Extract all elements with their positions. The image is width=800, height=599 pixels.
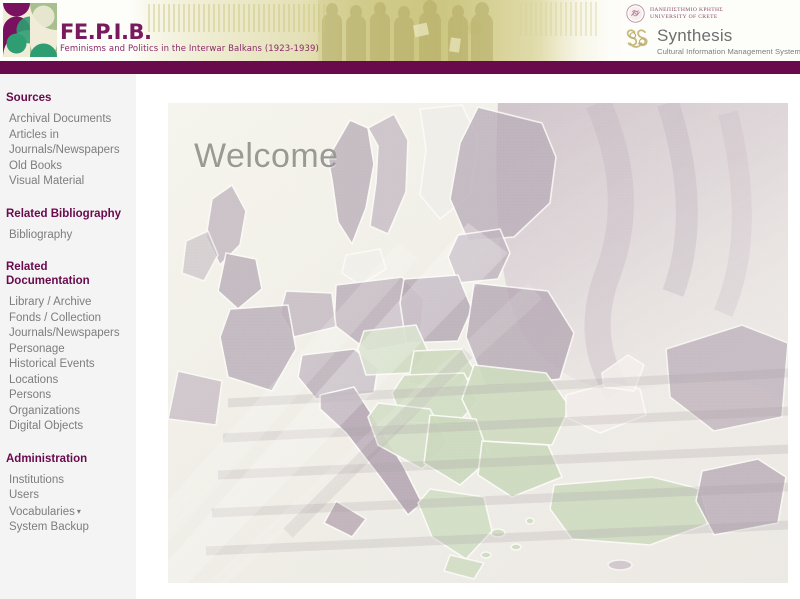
sidebar-link-group: Bibliography (0, 228, 136, 244)
sidebar-item-label: Historical Events (9, 358, 95, 370)
sidebar-item-visual-material[interactable]: Visual Material (0, 174, 136, 190)
sidebar-item-articles-in-journals-newspapers[interactable]: Articles in Journals/Newspapers (0, 128, 136, 159)
sidebar-link-group: Institutions Users Vocabularies ▾ System Bac… (0, 473, 136, 536)
sidebar-section-title-administration: Administration (6, 452, 88, 465)
header-balustrade-texture-right (520, 2, 600, 36)
university-name-english: UNIVERSITY OF CRETE (650, 13, 718, 20)
header-accent-bar (0, 61, 800, 74)
synthesis-logo[interactable]: Synthesis Cultural Information Managemen… (624, 26, 800, 56)
sidebar-item-vocabularies[interactable]: Vocabularies ▾ (0, 504, 136, 521)
sidebar-item-institutions[interactable]: Institutions (0, 473, 136, 489)
sidebar-link-group: Archival Documents Articles in Journals/N… (0, 112, 136, 190)
sidebar-item-library-archive[interactable]: Library / Archive (0, 295, 136, 311)
sidebar-item-old-books[interactable]: Old Books (0, 159, 136, 175)
synthesis-name: Synthesis (657, 26, 733, 45)
synthesis-tagline: Cultural Information Management System (657, 47, 800, 56)
sidebar-item-digital-objects[interactable]: Digital Objects (0, 419, 136, 435)
sidebar-item-label: Institutions (9, 473, 64, 486)
sidebar-item-locations[interactable]: Locations (0, 373, 136, 389)
sidebar-section-title-sources: Sources (6, 92, 52, 104)
sidebar-item-users[interactable]: Users (0, 488, 136, 504)
synthesis-text-block: Synthesis Cultural Information Managemen… (657, 26, 800, 56)
sidebar-item-label: Locations (9, 373, 59, 386)
university-name-block: ΠΑΝΕΠΙΣΤΗΜΙΟ ΚΡΗΤΗΣ UNIVERSITY OF CRETE (650, 7, 723, 21)
sidebar-item-historical-events[interactable]: Historical Events (0, 357, 136, 373)
sidebar-item-label: System Backup (9, 521, 89, 533)
sidebar-item-personage[interactable]: Personage (0, 342, 136, 358)
sidebar-item-label: Personage (9, 342, 65, 355)
sidebar-navigation: Sources Archival Documents Articles in Jou… (0, 74, 136, 599)
fepib-logo-icon (3, 3, 57, 57)
sidebar-item-label: Fonds / Collection (9, 311, 102, 324)
sidebar-item-label: Old Books (9, 159, 63, 172)
sidebar-item-system-backup[interactable]: System Backup (0, 520, 136, 536)
university-name-greek: ΠΑΝΕΠΙΣΤΗΜΙΟ ΚΡΗΤΗΣ (650, 6, 723, 13)
sidebar-item-fonds-collection[interactable]: Fonds / Collection (0, 311, 136, 327)
brand-subtitle: Feminisms and Politics in the Interwar B… (60, 44, 319, 54)
sidebar-item-label: Archival Documents (9, 113, 112, 125)
application-window: FE.P.I.B. Feminisms and Politics in the … (0, 0, 800, 599)
main-content: Welcome (136, 74, 800, 599)
site-header: FE.P.I.B. Feminisms and Politics in the … (0, 0, 800, 61)
sidebar-item-label: Users (9, 489, 40, 501)
sidebar-item-organizations[interactable]: Organizations (0, 404, 136, 420)
sidebar-item-label: Digital Objects (9, 420, 84, 432)
sidebar-item-label: Organizations (9, 404, 80, 417)
sidebar-item-archival-documents[interactable]: Archival Documents (0, 112, 136, 128)
site-brand[interactable]: FE.P.I.B. Feminisms and Politics in the … (60, 22, 319, 54)
sidebar-item-journals-newspapers[interactable]: Journals/Newspapers (0, 326, 136, 342)
university-seal-icon (626, 4, 645, 23)
sidebar-section-title-related-documentation: Related Documentation (6, 261, 90, 287)
sidebar-item-label: Library / Archive (9, 296, 92, 308)
chevron-down-icon[interactable]: ▾ (77, 504, 81, 520)
sidebar-item-label: Vocabularies (9, 505, 75, 518)
sidebar-item-label: Visual Material (9, 175, 85, 187)
synthesis-mark-icon (626, 29, 648, 48)
sidebar-section-title-related-bibliography: Related Bibliography (6, 207, 122, 220)
welcome-hero: Welcome (168, 103, 788, 583)
brand-title: FE.P.I.B. (60, 20, 152, 44)
sidebar-item-label: Persons (9, 389, 52, 401)
university-of-crete-logo[interactable]: ΠΑΝΕΠΙΣΤΗΜΙΟ ΚΡΗΤΗΣ UNIVERSITY OF CRETE (626, 4, 723, 23)
sidebar-item-label: Articles in Journals/Newspapers (9, 128, 120, 157)
sidebar-item-label: Journals/Newspapers (9, 327, 120, 339)
sidebar-item-persons[interactable]: Persons (0, 388, 136, 404)
sidebar-item-bibliography[interactable]: Bibliography (0, 228, 136, 244)
page-title: Welcome (194, 137, 339, 175)
sidebar-link-group: Library / Archive Fonds / Collection Journ… (0, 295, 136, 435)
sidebar-item-label: Bibliography (9, 228, 73, 241)
